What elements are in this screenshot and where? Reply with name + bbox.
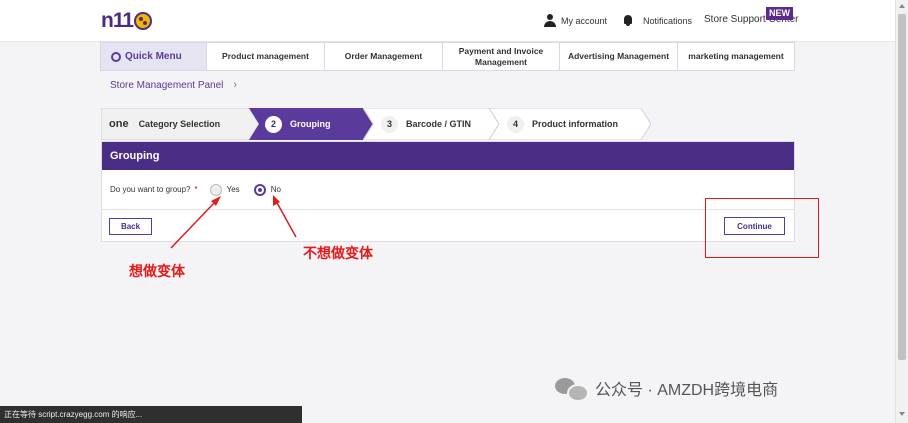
vertical-scrollbar[interactable]	[895, 0, 908, 423]
step-number: 2	[265, 115, 282, 133]
wechat-icon	[555, 376, 589, 402]
annotation-no-variant: 不想做变体	[303, 245, 373, 261]
step-label: Grouping	[290, 119, 331, 129]
annotation-arrows	[170, 195, 297, 249]
step-label: Product information	[532, 119, 618, 129]
annotation-want-variant: 想做变体	[129, 263, 185, 279]
watermark: 公众号 · AMZDH跨境电商	[555, 376, 779, 402]
arrowhead-no	[273, 195, 280, 206]
scroll-thumb[interactable]	[898, 14, 906, 360]
arrow-to-no	[275, 200, 297, 238]
scroll-up-icon[interactable]	[899, 4, 905, 8]
step-number: 4	[507, 115, 524, 133]
arrow-to-yes	[170, 200, 217, 249]
scroll-down-icon[interactable]	[899, 412, 905, 416]
step-number: 3	[381, 115, 398, 133]
watermark-text: 公众号 · AMZDH跨境电商	[595, 382, 779, 399]
browser-status-bar: 正在等待 script.crazyegg.com 的响应...	[0, 406, 302, 423]
step-label: Barcode / GTIN	[406, 119, 472, 129]
step-number: one	[109, 118, 129, 130]
step-label: Category Selection	[138, 119, 221, 129]
